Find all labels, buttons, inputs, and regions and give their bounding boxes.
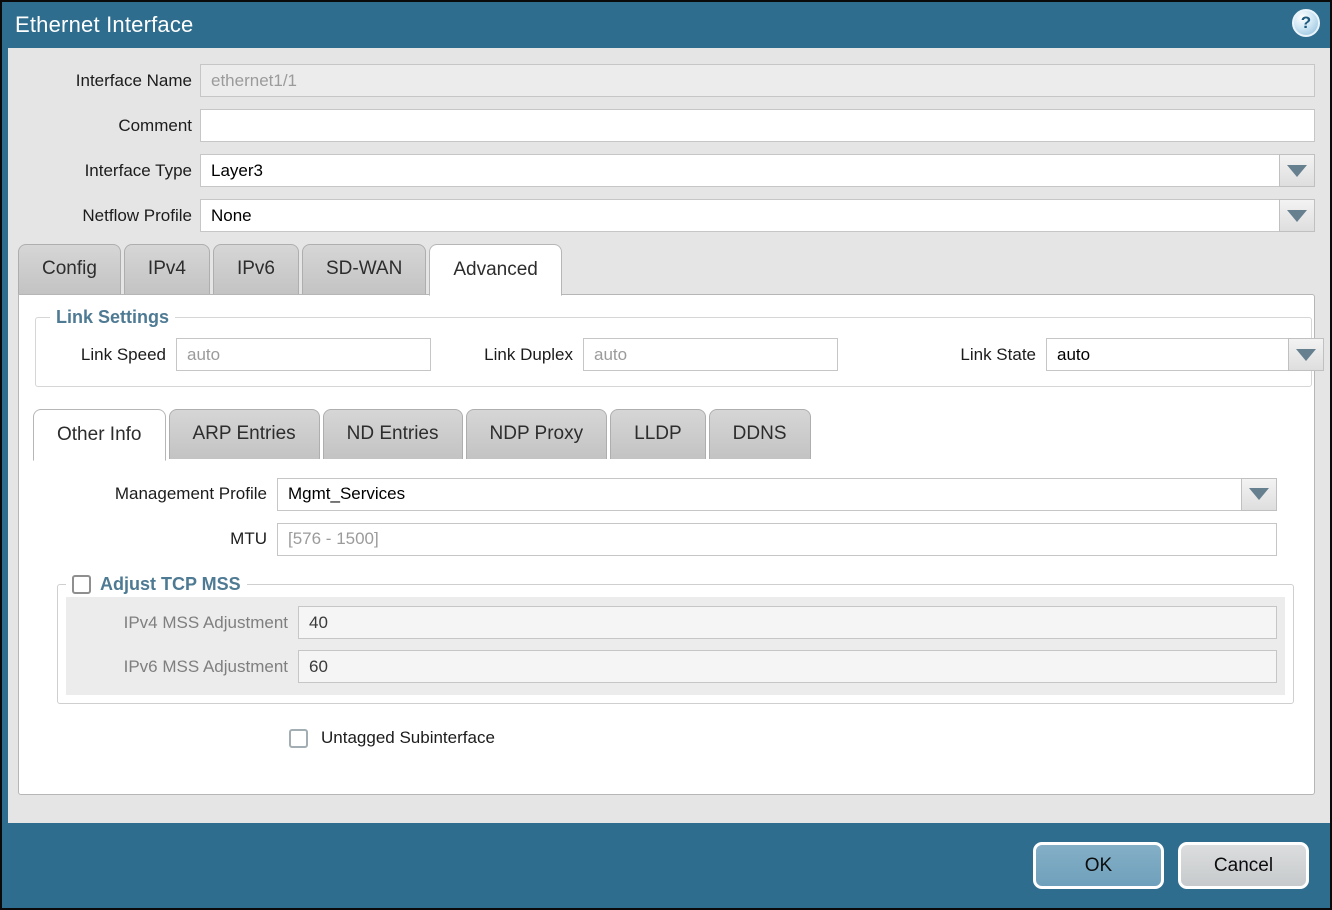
untagged-subinterface-checkbox[interactable] — [289, 729, 308, 748]
mtu-field[interactable] — [277, 523, 1277, 556]
link-settings-fieldset: Link Settings Link Speed Link Duplex Lin… — [35, 307, 1312, 387]
adjust-tcp-mss-legend-text: Adjust TCP MSS — [100, 574, 241, 595]
netflow-profile-dropdown-trigger[interactable] — [1279, 199, 1315, 232]
tab-ipv6[interactable]: IPv6 — [213, 244, 299, 294]
adjust-tcp-mss-legend: Adjust TCP MSS — [66, 574, 247, 595]
tab-ipv4[interactable]: IPv4 — [124, 244, 210, 294]
main-tab-bar: ConfigIPv4IPv6SD-WANAdvanced — [8, 244, 1330, 294]
interface-type-label: Interface Type — [8, 161, 200, 181]
subtab-lldp[interactable]: LLDP — [610, 409, 706, 459]
tab-config[interactable]: Config — [18, 244, 121, 294]
subtab-ddns[interactable]: DDNS — [709, 409, 811, 459]
ethernet-interface-dialog: Ethernet Interface ? Interface Name Comm… — [0, 0, 1332, 910]
link-settings-row: Link Speed Link Duplex Link State — [46, 338, 1301, 371]
link-settings-legend: Link Settings — [50, 307, 175, 328]
management-profile-label: Management Profile — [19, 484, 277, 504]
netflow-profile-label: Netflow Profile — [8, 206, 200, 226]
sub-tab-bar: Other InfoARP EntriesND EntriesNDP Proxy… — [19, 409, 1314, 459]
netflow-profile-combo[interactable] — [200, 199, 1315, 232]
untagged-subinterface-row: Untagged Subinterface — [289, 728, 1314, 748]
subtab-ndp-proxy[interactable]: NDP Proxy — [466, 409, 608, 459]
interface-name-row: Interface Name — [8, 64, 1315, 97]
adjust-tcp-mss-fieldset: Adjust TCP MSS IPv4 MSS Adjustment IPv6 … — [57, 574, 1294, 704]
tab-sdwan[interactable]: SD-WAN — [302, 244, 426, 294]
netflow-profile-row: Netflow Profile — [8, 199, 1315, 232]
untagged-subinterface-label: Untagged Subinterface — [321, 728, 495, 748]
subtab-other-info[interactable]: Other Info — [33, 409, 166, 461]
management-profile-row: Management Profile — [19, 477, 1289, 511]
subtab-nd-entries[interactable]: ND Entries — [323, 409, 463, 459]
comment-label: Comment — [8, 116, 200, 136]
ipv6-mss-row: IPv6 MSS Adjustment — [66, 650, 1277, 683]
mss-disabled-panel: IPv4 MSS Adjustment IPv6 MSS Adjustment — [66, 597, 1285, 695]
subtab-arp-entries[interactable]: ARP Entries — [169, 409, 320, 459]
dialog-title: Ethernet Interface — [15, 12, 193, 38]
interface-type-row: Interface Type — [8, 154, 1315, 187]
link-duplex-field[interactable] — [583, 338, 838, 371]
advanced-tab-panel: Link Settings Link Speed Link Duplex Lin… — [18, 294, 1315, 795]
chevron-down-icon — [1249, 488, 1269, 500]
comment-row: Comment — [8, 109, 1315, 142]
adjust-tcp-mss-checkbox[interactable] — [72, 575, 91, 594]
ipv4-mss-label: IPv4 MSS Adjustment — [66, 613, 298, 633]
mtu-label: MTU — [19, 529, 277, 549]
chevron-down-icon — [1296, 349, 1316, 361]
tab-advanced[interactable]: Advanced — [429, 244, 562, 296]
comment-field[interactable] — [200, 109, 1315, 142]
dialog-body: Interface Name Comment Interface Type Ne… — [2, 48, 1330, 823]
mtu-row: MTU — [19, 522, 1289, 556]
interface-name-label: Interface Name — [8, 71, 200, 91]
interface-type-dropdown-trigger[interactable] — [1279, 154, 1315, 187]
link-state-label: Link State — [894, 345, 1046, 365]
ipv6-mss-label: IPv6 MSS Adjustment — [66, 657, 298, 677]
ipv4-mss-field — [298, 606, 1277, 639]
ok-button[interactable]: OK — [1033, 842, 1164, 889]
ipv6-mss-field — [298, 650, 1277, 683]
help-icon[interactable]: ? — [1292, 9, 1320, 37]
netflow-profile-value[interactable] — [200, 199, 1279, 232]
interface-type-combo[interactable] — [200, 154, 1315, 187]
management-profile-dropdown-trigger[interactable] — [1241, 478, 1277, 511]
interface-type-value[interactable] — [200, 154, 1279, 187]
link-state-value[interactable] — [1046, 338, 1288, 371]
ipv4-mss-row: IPv4 MSS Adjustment — [66, 606, 1277, 639]
chevron-down-icon — [1287, 210, 1307, 222]
link-state-combo[interactable] — [1046, 338, 1301, 371]
interface-name-field — [200, 64, 1315, 97]
link-speed-label: Link Speed — [46, 345, 176, 365]
dialog-titlebar: Ethernet Interface ? — [2, 2, 1330, 48]
cancel-button[interactable]: Cancel — [1178, 842, 1309, 889]
link-duplex-label: Link Duplex — [431, 345, 583, 365]
management-profile-combo[interactable] — [277, 478, 1277, 511]
management-profile-value[interactable] — [277, 478, 1241, 511]
link-state-dropdown-trigger[interactable] — [1288, 338, 1324, 371]
link-speed-field[interactable] — [176, 338, 431, 371]
chevron-down-icon — [1287, 165, 1307, 177]
dialog-footer: OK Cancel — [2, 823, 1330, 908]
